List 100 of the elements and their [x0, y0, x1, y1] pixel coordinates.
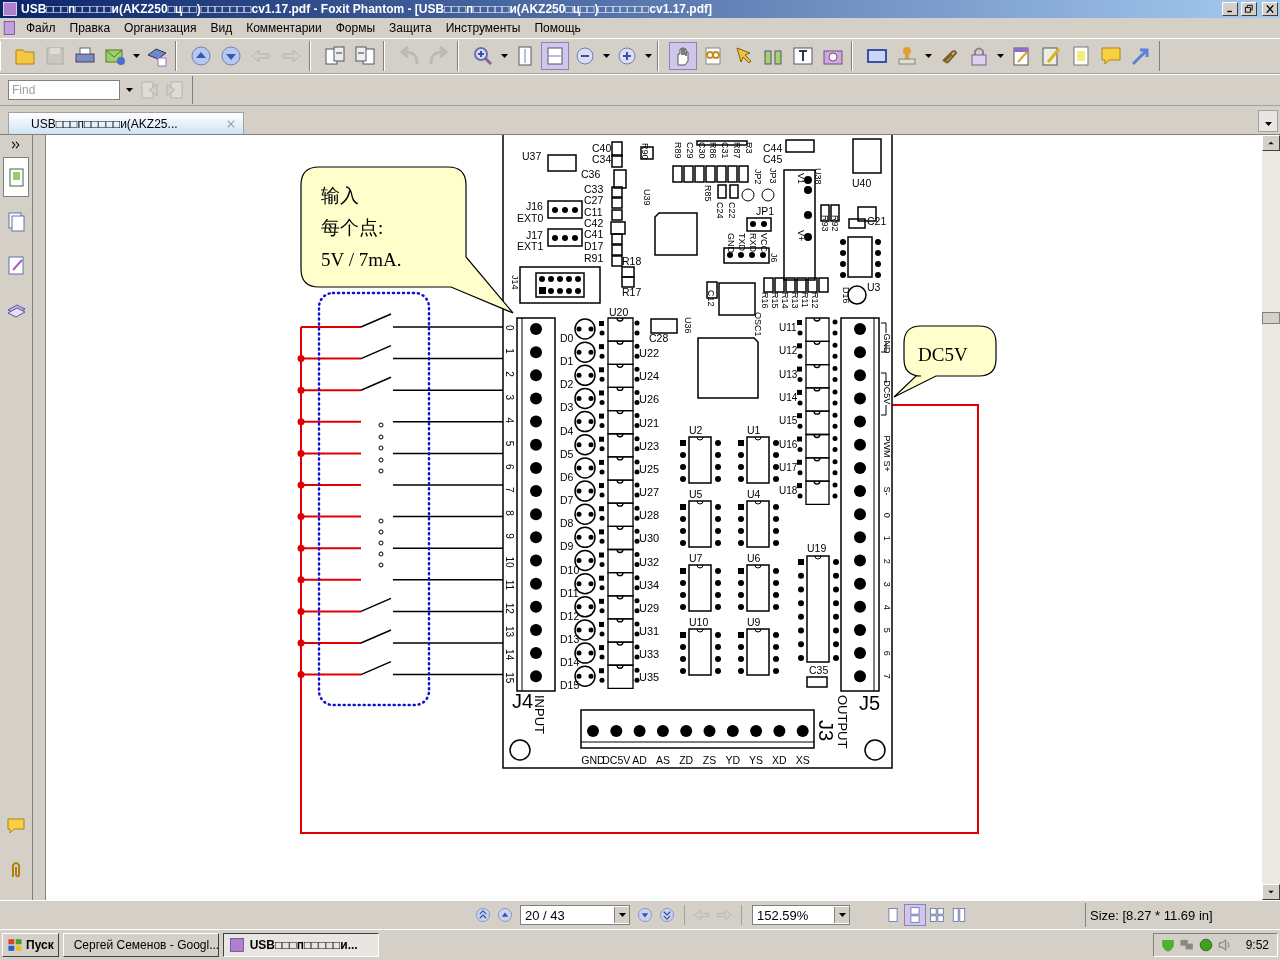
part-label: U19	[807, 542, 827, 554]
part-label: U38	[813, 168, 823, 185]
zoom-in-icon	[616, 45, 638, 67]
terminal-label: DC5V	[602, 754, 631, 766]
part-label: U15	[779, 415, 798, 427]
close-icon	[1264, 4, 1276, 14]
edit-page-icon	[5, 254, 27, 276]
page-layout-button[interactable]	[904, 904, 926, 926]
scroll-up-button[interactable]	[1262, 135, 1280, 151]
minimize-button[interactable]	[1222, 2, 1238, 16]
part-label: C11	[584, 206, 603, 218]
taskbar-button[interactable]: USB□□□п□□□□□и...	[222, 933, 379, 957]
menu-item[interactable]: Помощь	[528, 19, 587, 37]
zoom-out-icon	[574, 45, 596, 67]
part-label: J14	[510, 275, 520, 290]
pin-label: S-	[882, 486, 892, 496]
part-label: U9	[747, 616, 761, 628]
led-label: D5	[560, 447, 574, 460]
caret-icon	[924, 54, 932, 58]
menu-item[interactable]: Файл	[20, 19, 62, 37]
close-button[interactable]	[1262, 2, 1278, 16]
part-label: R85	[703, 185, 713, 202]
part-label: V1	[796, 173, 806, 184]
part-label: C42	[584, 217, 604, 229]
menu-item[interactable]: Вид	[204, 19, 239, 37]
menu-item[interactable]: Организация	[118, 19, 203, 37]
pin-label: GND	[882, 333, 892, 354]
clock: 9:52	[1245, 938, 1269, 952]
page-number-field[interactable]: 20 / 43	[520, 905, 630, 925]
pin-label: 2	[882, 558, 892, 564]
pdf-app-icon	[228, 937, 245, 953]
text-box-icon	[1070, 45, 1092, 67]
panel-button[interactable]	[3, 157, 29, 197]
part-label: U40	[852, 177, 872, 189]
restore-button[interactable]	[1241, 2, 1257, 16]
menu-item[interactable]: Правка	[63, 19, 117, 37]
connector-label: J4	[512, 690, 534, 712]
tab-list-button[interactable]	[1258, 110, 1278, 132]
part-label: R16	[760, 292, 770, 309]
part-label: C28	[649, 332, 669, 344]
scroll-thumb[interactable]	[1262, 311, 1280, 324]
window-title: USB□□□п□□□□□и(AKZ250□ц□□)□□□□□□□cv1.17.pdf - Foxit Phantom - [USB□□□п□□□□□и(AKZ250□ц□□)□□□□□□□cv1.17.pdf]	[21, 2, 713, 16]
pin-label: 6	[882, 650, 892, 656]
part-label: R14	[780, 292, 790, 309]
save-icon	[44, 45, 66, 67]
connector-label: INPUT	[532, 695, 547, 734]
tab-label: USB□□□п□□□□□и(AKZ25...	[31, 116, 178, 131]
part-label: J17	[526, 229, 543, 241]
menu-item[interactable]: Инструменты	[439, 19, 527, 37]
part-label: U3	[867, 281, 881, 293]
terminal-label: YD	[725, 754, 741, 766]
part-label: R17	[622, 286, 642, 298]
led-label: D6	[560, 470, 574, 483]
part-label: U30	[639, 532, 660, 545]
pin-number: 11	[504, 579, 515, 591]
menu-item[interactable]: Комментарии	[240, 19, 328, 37]
part-label: U32	[639, 555, 660, 568]
part-label: U24	[639, 370, 660, 383]
page-arrow-icon	[354, 45, 376, 67]
find-field[interactable]: Find	[8, 80, 120, 100]
zoom-field[interactable]: 152.59%	[752, 905, 850, 925]
caret-icon	[644, 54, 652, 58]
part-label: R91	[584, 252, 604, 264]
part-label: U37	[522, 150, 542, 162]
part-label: R11	[800, 292, 810, 308]
part-label: U20	[609, 306, 629, 318]
part-label: C27	[584, 194, 604, 206]
terminal-label: XS	[795, 754, 810, 766]
part-label: OSC1	[753, 312, 763, 337]
part-label: U26	[639, 393, 660, 406]
part-label: U23	[639, 439, 660, 452]
pin-label: 5	[882, 627, 892, 633]
callout-text: 5V / 7mA.	[321, 249, 402, 270]
part-label: R90	[640, 143, 650, 160]
part-label: EXT1	[517, 240, 544, 252]
menu-item[interactable]: Защита	[383, 19, 438, 37]
pin-number: 14	[504, 649, 515, 661]
led-label: D0	[560, 332, 574, 344]
taskbar-button[interactable]: Сергей Семенов - Googl...	[62, 933, 219, 957]
pin-number: 10	[504, 556, 515, 568]
part-label: U1	[747, 424, 761, 436]
caret-icon	[618, 913, 626, 917]
scroll-down-button[interactable]	[1262, 884, 1280, 900]
part-label: U33	[639, 648, 660, 661]
pin-number: 15	[504, 672, 515, 684]
document-tab[interactable]: USB□□□п□□□□□и(AKZ25...	[8, 112, 244, 134]
start-button[interactable]: Пуск	[2, 933, 59, 957]
part-label: C24	[715, 202, 725, 219]
led-label: D1	[560, 355, 574, 368]
part-label: U13	[779, 368, 798, 380]
pin-number: 0	[504, 325, 515, 331]
part-label: RXD	[748, 233, 758, 252]
menu-item[interactable]: Формы	[329, 19, 382, 37]
part-label: U34	[639, 578, 660, 591]
pin-number: 8	[504, 510, 515, 516]
windows-flag-icon	[7, 937, 23, 953]
part-label: R12	[810, 292, 820, 309]
scrollbar[interactable]	[1262, 135, 1280, 900]
part-label: JP3	[768, 168, 778, 184]
zoom-in-icon	[472, 45, 494, 67]
